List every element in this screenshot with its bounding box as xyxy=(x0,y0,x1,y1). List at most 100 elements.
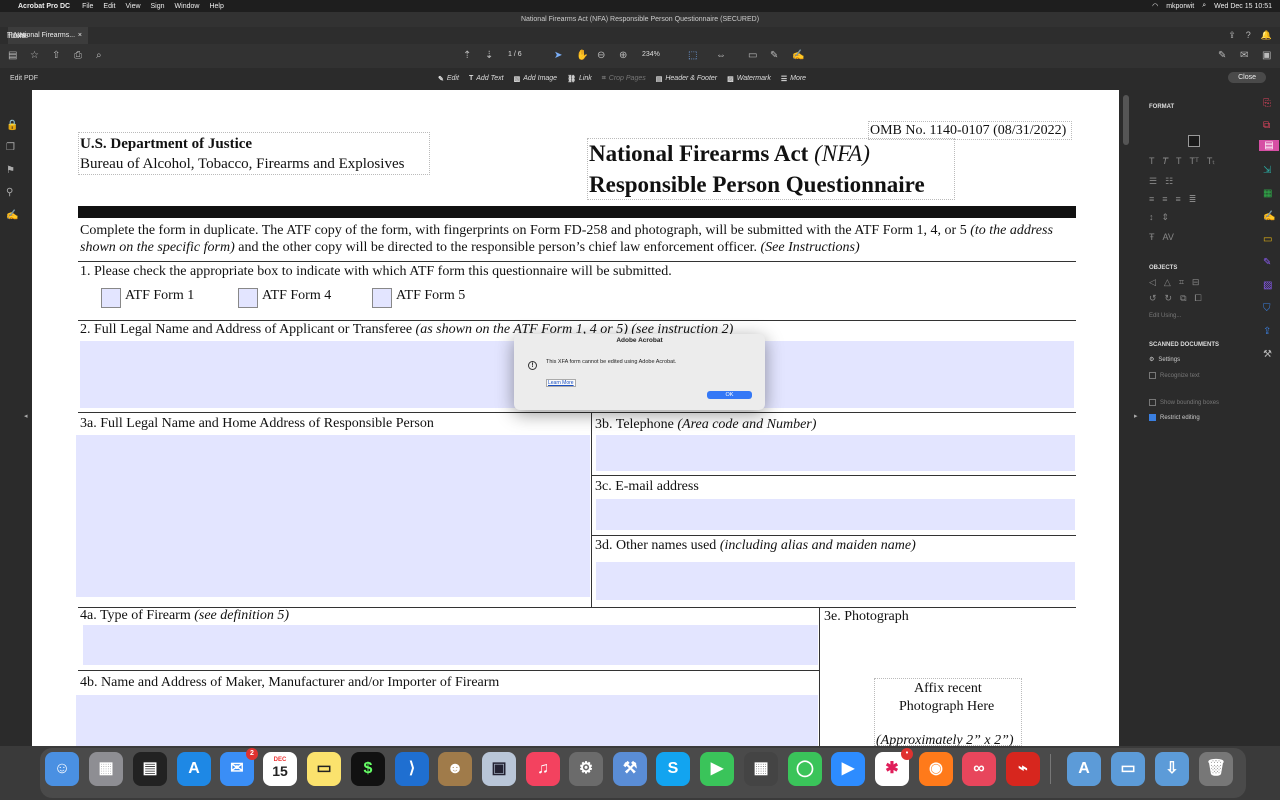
firearm-type-field[interactable] xyxy=(83,625,818,665)
pages-icon[interactable]: ❐ xyxy=(6,142,15,153)
create-pdf-icon[interactable]: ⎘ xyxy=(1263,98,1271,109)
launchpad-icon[interactable]: ▦ xyxy=(89,752,123,786)
bookmark-icon[interactable]: ⚑ xyxy=(6,165,15,176)
acrobat-icon[interactable]: ⌁ xyxy=(1006,752,1040,786)
notification-icon[interactable]: 🔔 xyxy=(1261,30,1272,41)
notes-icon[interactable]: ▭ xyxy=(307,752,341,786)
combine-files-icon[interactable]: ⧉ xyxy=(1263,120,1270,131)
app-store-icon[interactable]: A xyxy=(177,752,211,786)
bounding-boxes-checkbox[interactable] xyxy=(1149,399,1156,406)
stamp-icon[interactable]: ▣ xyxy=(1262,50,1271,61)
tab-tools[interactable]: Tools xyxy=(0,31,33,40)
text-subscript-icon[interactable]: Tₜ xyxy=(1207,156,1215,167)
paragraph-spacing-icon[interactable]: ⇕ xyxy=(1162,212,1170,223)
terminal-icon[interactable]: $ xyxy=(351,752,385,786)
trash-icon[interactable]: 🗑 xyxy=(1199,752,1233,786)
comment-tool-icon[interactable]: ▭ xyxy=(1263,234,1272,245)
rotate-right-icon[interactable]: ↻ xyxy=(1165,293,1173,304)
restrict-editing-row[interactable]: Restrict editing xyxy=(1149,414,1200,421)
link-button[interactable]: ⛓ Link xyxy=(567,75,592,83)
documents-folder-icon[interactable]: ▭ xyxy=(1111,752,1145,786)
header-footer-button[interactable]: ▤ Header & Footer xyxy=(656,75,717,83)
menubar-clock[interactable]: Wed Dec 15 10:51 xyxy=(1214,3,1272,10)
comment-icon[interactable]: ▭ xyxy=(748,50,757,61)
menu-view[interactable]: View xyxy=(125,3,140,10)
search-icon[interactable]: ⌕ xyxy=(1202,2,1206,10)
downloads-folder-icon[interactable]: ⇩ xyxy=(1155,752,1189,786)
hand-tool-icon[interactable]: ✋ xyxy=(576,50,588,61)
text-regular-icon[interactable]: T xyxy=(1149,156,1155,167)
atf-form-1-checkbox[interactable] xyxy=(101,288,121,308)
page-indicator[interactable]: 1 / 6 xyxy=(508,51,522,58)
restrict-editing-checkbox[interactable] xyxy=(1149,414,1156,421)
messages-icon[interactable]: ◯ xyxy=(788,752,822,786)
add-text-button[interactable]: T Add Text xyxy=(469,75,504,83)
mail-app-icon[interactable]: ✉ 2 xyxy=(220,748,258,786)
request-signature-icon[interactable]: ✎ xyxy=(1263,257,1271,268)
slack-icon[interactable]: ✱ • xyxy=(875,748,913,786)
prev-page-icon[interactable]: ⇡ xyxy=(463,50,471,61)
redact-icon[interactable]: ▨ xyxy=(1263,280,1272,291)
watermark-button[interactable]: ▨ Watermark xyxy=(727,75,771,83)
share-tool-icon[interactable]: ⇪ xyxy=(1263,326,1271,337)
zoom-app-icon[interactable]: ▶ xyxy=(831,752,865,786)
document-scrollbar[interactable] xyxy=(1123,95,1129,145)
help-icon[interactable]: ? xyxy=(1246,30,1251,41)
preview-icon[interactable]: ▣ xyxy=(482,752,516,786)
collapse-left-icon[interactable]: ◂ xyxy=(24,412,28,420)
edit-tool-button[interactable]: ✎ Edit xyxy=(438,75,459,83)
align-right-icon[interactable]: ≡ xyxy=(1176,194,1181,205)
zoom-out-icon[interactable]: ⊖ xyxy=(597,50,605,61)
more-tools-icon[interactable]: ⚒ xyxy=(1263,349,1272,360)
applications-folder-icon[interactable]: A xyxy=(1067,752,1101,786)
protect-icon[interactable]: ⛉ xyxy=(1263,303,1271,314)
print-icon[interactable]: ⎙ xyxy=(74,50,82,61)
char-spacing-icon[interactable]: AV xyxy=(1163,232,1174,242)
system-preferences-icon[interactable]: ⚙ xyxy=(569,752,603,786)
select-pointer-icon[interactable]: ➤ xyxy=(554,50,562,61)
ok-button[interactable]: OK xyxy=(707,391,752,399)
menu-help[interactable]: Help xyxy=(209,3,223,10)
more-button[interactable]: ☰ More xyxy=(781,75,806,83)
save-icon[interactable]: ▤ xyxy=(8,50,17,61)
learn-more-link[interactable]: Learn More xyxy=(546,379,576,387)
replace-image-icon[interactable]: ⧉ xyxy=(1180,293,1186,304)
sign-icon[interactable]: ✍ xyxy=(792,50,804,61)
lock-icon[interactable]: 🔒 xyxy=(6,120,18,131)
text-color-swatch[interactable] xyxy=(1188,135,1200,147)
email-field[interactable] xyxy=(596,499,1075,530)
calendar-icon[interactable]: DEC 15 xyxy=(263,752,297,786)
calculator-icon[interactable]: ▦ xyxy=(744,752,778,786)
contacts-icon[interactable]: ☻ xyxy=(438,752,472,786)
attachment-icon[interactable]: ⚲ xyxy=(6,187,13,198)
align-left-icon[interactable]: ≡ xyxy=(1149,194,1154,205)
music-icon[interactable]: ♫ xyxy=(526,752,560,786)
text-superscript-icon[interactable]: Tᵀ xyxy=(1190,156,1199,167)
text-italic-icon[interactable]: 𝘛 xyxy=(1163,156,1169,167)
numbered-list-icon[interactable]: ☷ xyxy=(1165,176,1173,187)
text-underline-icon[interactable]: T xyxy=(1176,156,1182,167)
arrange-icon[interactable]: ⊟ xyxy=(1192,277,1200,288)
edit-pen-icon[interactable]: ✎ xyxy=(1218,50,1226,61)
wifi-icon[interactable]: ◠ xyxy=(1152,2,1158,10)
menubar-app-name[interactable]: Acrobat Pro DC xyxy=(18,3,70,10)
recognize-text-checkbox[interactable] xyxy=(1149,372,1156,379)
group-icon[interactable]: ⧠ xyxy=(1195,293,1202,304)
other-names-field[interactable] xyxy=(596,562,1075,600)
edit-pdf-tool-icon[interactable]: ▤ xyxy=(1259,140,1279,151)
vscode-icon[interactable]: ⟩ xyxy=(395,752,429,786)
align-justify-icon[interactable]: ≣ xyxy=(1189,194,1197,205)
signature-icon[interactable]: ✍ xyxy=(6,210,18,221)
expand-panel-icon[interactable]: ▸ xyxy=(1134,412,1138,420)
responsible-person-name-field[interactable] xyxy=(76,435,590,597)
highlight-icon[interactable]: ✎ xyxy=(770,50,778,61)
tab-close-icon[interactable]: × xyxy=(78,27,82,44)
menu-file[interactable]: File xyxy=(82,3,93,10)
next-page-icon[interactable]: ⇣ xyxy=(485,50,493,61)
share-icon[interactable]: ⇪ xyxy=(1228,30,1236,41)
zoom-in-icon[interactable]: ⊕ xyxy=(619,50,627,61)
recognize-text-row[interactable]: Recognize text xyxy=(1149,372,1200,379)
close-edit-button[interactable]: Close xyxy=(1228,72,1266,83)
mail-icon[interactable]: ✉ xyxy=(1240,50,1248,61)
marquee-zoom-icon[interactable]: ⬚ xyxy=(688,50,697,61)
